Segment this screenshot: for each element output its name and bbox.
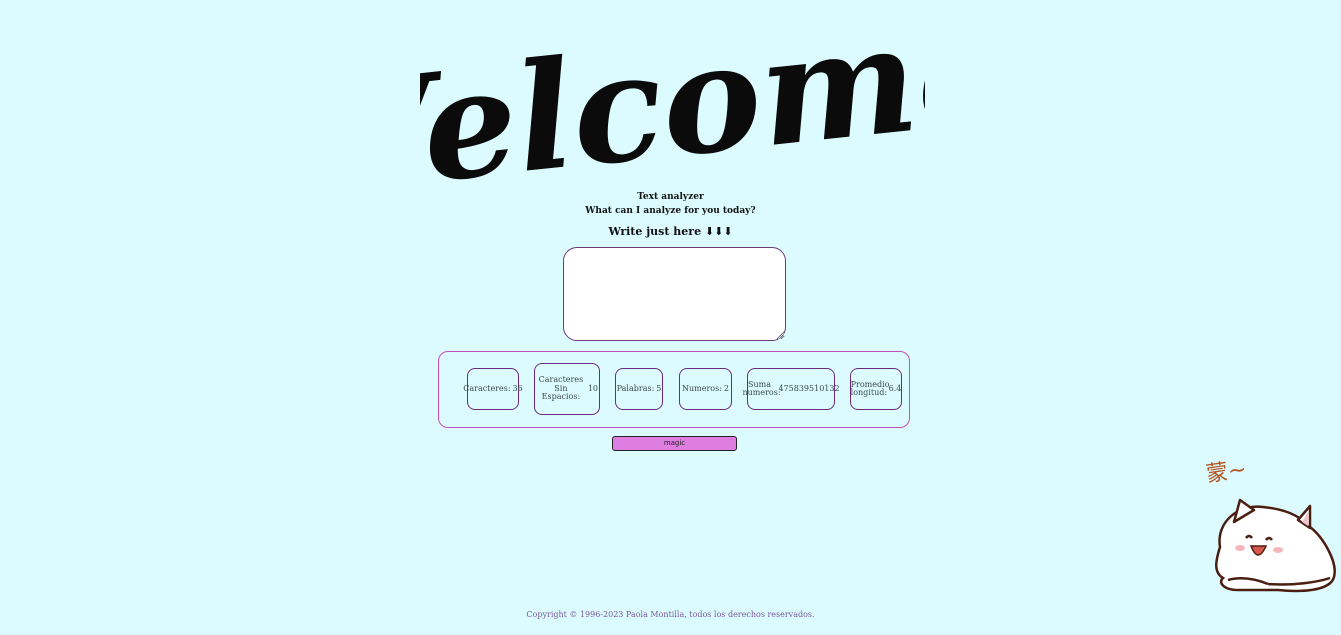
text-input[interactable]	[563, 247, 786, 341]
metric-label: Numeros:	[681, 383, 722, 393]
metric-label: Promedio longitud:	[850, 379, 890, 397]
metric-value: 475839510132	[778, 383, 840, 393]
metric-label: Caracteres Sin Espacios:	[538, 375, 584, 402]
metric-caracteres: Caracteres: 36	[463, 368, 523, 410]
cat-sticker-graphic: 蒙~	[1205, 457, 1336, 593]
metric-value: 5	[656, 383, 662, 393]
metric-label: Suma numeros:	[742, 379, 781, 397]
sticker-caption: 蒙~	[1205, 457, 1249, 487]
metric-value: 2	[723, 383, 729, 393]
metric-value: 36	[512, 383, 523, 393]
text-input-wrapper	[563, 247, 786, 341]
welcome-hero-graphic: Welcome!	[260, 0, 1083, 232]
metric-caracteres-sin-espacios: Caracteres Sin Espacios: 10	[534, 363, 600, 415]
metric-value: 10	[587, 383, 598, 393]
results-panel: Caracteres: 36 Caracteres Sin Espacios: 10…	[438, 351, 910, 428]
metric-label: Caracteres:	[463, 383, 511, 393]
cat-illustration	[1215, 498, 1336, 593]
metric-numeros: Numeros: 2	[679, 368, 732, 410]
metric-suma-numeros: Suma numeros: 475839510132	[742, 368, 840, 410]
footer-copyright: Copyright © 1996-2023 Paola Montilla, to…	[526, 610, 815, 619]
magic-button[interactable]: magic	[612, 436, 737, 451]
metric-palabras: Palabras: 5	[615, 368, 663, 410]
welcome-text: Welcome!	[420, 5, 925, 180]
page-question: What can I analyze for you today?	[585, 206, 756, 216]
metric-value: 6.4	[888, 383, 902, 393]
page-title: Text analyzer	[637, 192, 704, 202]
welcome-hero: Welcome!	[260, 0, 1083, 232]
cat-sticker: 蒙~	[1198, 452, 1341, 597]
metric-promedio-longitud: Promedio longitud: 6.4	[850, 368, 902, 410]
input-prompt: Write just here ⬇⬇⬇	[608, 225, 733, 238]
metric-label: Palabras:	[616, 383, 655, 393]
